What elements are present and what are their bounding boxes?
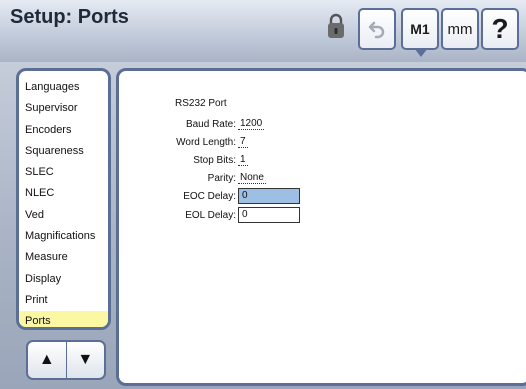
stop-bits-label: Stop Bits: [193,154,236,166]
eol-delay-row: EOL Delay: 0 [119,207,300,223]
arrow-down-icon: ▼ [77,351,94,368]
baud-rate-label: Baud Rate: [185,118,236,130]
arrow-up-icon: ▲ [38,351,55,368]
sidebar-item-encoders[interactable]: Encoders [19,120,108,141]
sidebar-item-nlec[interactable]: NLEC [19,183,108,204]
help-button[interactable]: ? [481,8,519,50]
eoc-delay-row: EOC Delay: 0 [119,188,300,204]
scroll-down-button[interactable]: ▼ [67,342,105,378]
baud-rate-row: Baud Rate: 1200 [119,116,265,132]
lock-icon [328,13,344,38]
sidebar-item-magnifications[interactable]: Magnifications [19,226,108,247]
undo-icon [368,21,385,39]
stop-bits-row: Stop Bits: 1 [119,152,248,168]
measure-mode-label: M1 [410,21,430,37]
parity-row: Parity: None [119,170,266,186]
units-button[interactable]: mm [441,8,479,50]
sidebar-item-measure[interactable]: Measure [19,247,108,268]
sidebar-item-slec[interactable]: SLEC [19,162,108,183]
settings-panel: RS232 Port Baud Rate: 1200 Word Length: … [116,68,526,386]
eoc-delay-label: EOC Delay: [183,190,236,202]
word-length-row: Word Length: 7 [119,134,248,150]
word-length-select[interactable]: 7 [238,136,248,148]
sidebar-item-squareness[interactable]: Squareness [19,141,108,162]
units-label: mm [447,20,473,38]
page-title: Setup: Ports [10,6,129,28]
scroll-up-button[interactable]: ▲ [28,342,67,378]
eoc-delay-input[interactable]: 0 [238,188,300,204]
sidebar-item-supervisor[interactable]: Supervisor [19,98,108,119]
scroll-buttons: ▲ ▼ [26,340,106,380]
baud-rate-select[interactable]: 1200 [238,118,265,130]
eol-delay-label: EOL Delay: [185,209,236,221]
setup-menu: Languages Supervisor Encoders Squareness… [16,68,111,330]
section-heading: RS232 Port [175,98,227,109]
stop-bits-select[interactable]: 1 [238,154,248,166]
undo-button[interactable] [358,8,396,50]
parity-select[interactable]: None [238,172,266,184]
sidebar-item-print[interactable]: Print [19,290,108,311]
title-bar: Setup: Ports M1 mm ? [0,0,526,62]
m1-pointer [414,48,428,57]
sidebar-item-ports[interactable]: Ports [19,311,108,327]
sidebar-item-display[interactable]: Display [19,269,108,290]
measure-mode-button[interactable]: M1 [401,8,439,50]
sidebar-item-ved[interactable]: Ved [19,205,108,226]
eol-delay-input[interactable]: 0 [238,207,300,223]
sidebar-item-languages[interactable]: Languages [19,77,108,98]
help-label: ? [491,13,509,44]
parity-label: Parity: [207,172,236,184]
word-length-label: Word Length: [176,136,236,148]
